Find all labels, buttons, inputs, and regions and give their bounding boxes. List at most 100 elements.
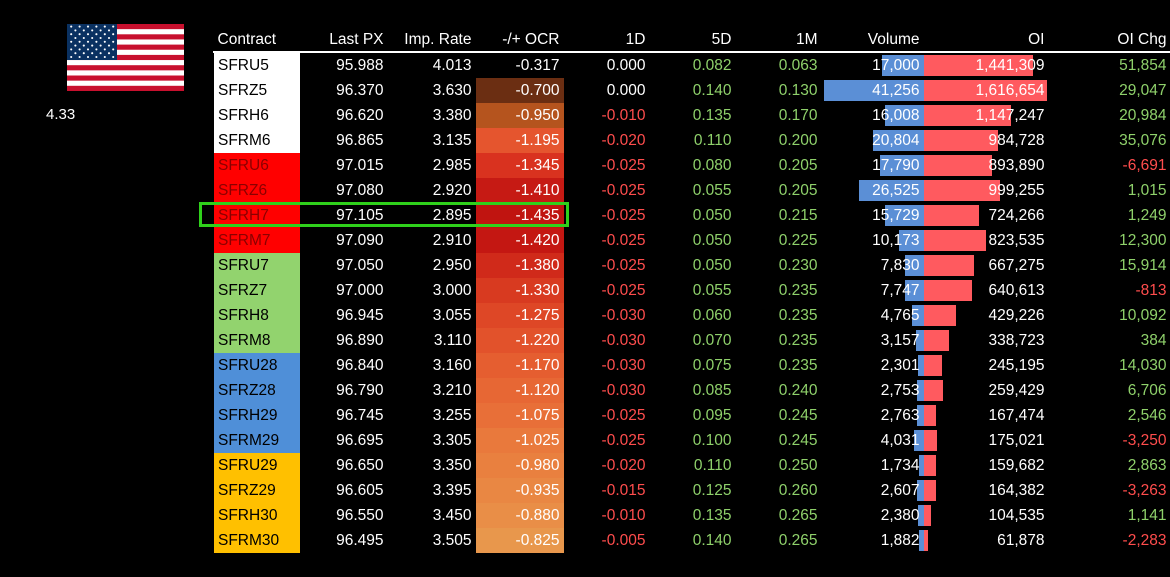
contract-cell: SFRM8 xyxy=(213,328,300,353)
change-1d-cell: -0.030 xyxy=(601,306,646,324)
col-header-last-px[interactable]: Last PX xyxy=(299,29,388,53)
col-header-5d[interactable]: 5D xyxy=(649,29,736,53)
volume-value: 2,607 xyxy=(880,482,920,499)
contract-cell: SFRH6 xyxy=(213,103,300,128)
ocr-spread-cell: -0.980 xyxy=(475,453,564,478)
oi-value: 245,195 xyxy=(988,357,1045,374)
ocr-spread-cell: -0.880 xyxy=(475,503,564,528)
oi-change-cell: 1,015 xyxy=(1127,181,1167,199)
oi-change-cell: 15,914 xyxy=(1119,256,1167,274)
flag-star xyxy=(95,25,98,28)
oi-value: 61,878 xyxy=(997,532,1045,549)
oi-cell: 724,266 xyxy=(923,203,1049,228)
change-1d-cell: -0.025 xyxy=(601,281,646,299)
change-5d-cell: 0.110 xyxy=(693,131,732,149)
imp-rate-cell: 3.210 xyxy=(432,381,472,399)
volume-value: 2,753 xyxy=(880,382,920,399)
table-row[interactable]: SFRH7 97.105 2.895 -1.435 -0.025 0.050 0.215 15… xyxy=(213,203,1170,228)
flag-star xyxy=(103,40,106,43)
col-header-1m[interactable]: 1M xyxy=(735,29,822,53)
volume-cell: 4,031 xyxy=(822,428,924,453)
table-row[interactable]: SFRU28 96.840 3.160 -1.170 -0.030 0.075 0.235 2… xyxy=(213,353,1170,378)
volume-value: 20,804 xyxy=(872,132,920,149)
flag-star xyxy=(107,29,111,32)
contract-cell: SFRZ7 xyxy=(213,278,300,303)
flag-star xyxy=(99,29,102,32)
oi-value: 167,474 xyxy=(988,407,1045,424)
oi-change-cell: -6,691 xyxy=(1122,156,1167,174)
imp-rate-cell: 3.505 xyxy=(432,531,472,549)
oi-value: 164,382 xyxy=(988,482,1045,499)
col-header-oi[interactable]: OI xyxy=(923,29,1049,53)
change-5d-cell: 0.082 xyxy=(692,56,732,74)
table-row[interactable]: SFRZ6 97.080 2.920 -1.410 -0.025 0.055 0.205 26… xyxy=(213,178,1170,203)
table-row[interactable]: SFRH6 96.620 3.380 -0.950 -0.010 0.135 0.170 16… xyxy=(213,103,1170,128)
imp-rate-cell: 3.305 xyxy=(432,431,472,449)
table-row[interactable]: SFRM29 96.695 3.305 -1.025 -0.025 0.100 0.245 4… xyxy=(213,428,1170,453)
flag-star xyxy=(78,33,81,36)
ocr-spread-cell: -1.380 xyxy=(475,253,564,278)
volume-cell: 7,747 xyxy=(822,278,924,303)
contract-cell: SFRU28 xyxy=(213,353,300,378)
volume-cell: 1,882 xyxy=(822,528,924,553)
contract-cell: SFRH8 xyxy=(213,303,300,328)
table-row[interactable]: SFRH30 96.550 3.450 -0.880 -0.010 0.135 0.265 2… xyxy=(213,503,1170,528)
ocr-spread-cell: -1.195 xyxy=(475,128,564,153)
volume-cell: 2,380 xyxy=(822,503,924,528)
table-row[interactable]: SFRZ7 97.000 3.000 -1.330 -0.025 0.055 0.235 7,… xyxy=(213,278,1170,303)
col-header-volume[interactable]: Volume xyxy=(821,29,924,53)
flag-star xyxy=(91,44,94,47)
imp-rate-cell: 3.450 xyxy=(432,506,472,524)
ocr-spread-cell: -1.435 xyxy=(475,203,564,228)
table-header-row: Contract Last PX Imp. Rate -/+ OCR 1D 5D… xyxy=(213,29,1170,53)
table-body: SFRU5 95.988 4.013 -0.317 0.000 0.082 0.063 17,… xyxy=(213,52,1170,553)
table-row[interactable]: SFRU7 97.050 2.950 -1.380 -0.025 0.050 0.230 7,… xyxy=(213,253,1170,278)
oi-value: 159,682 xyxy=(988,457,1045,474)
table-row[interactable]: SFRU6 97.015 2.985 -1.345 -0.025 0.080 0.205 17… xyxy=(213,153,1170,178)
col-header-imp-rate[interactable]: Imp. Rate xyxy=(387,29,476,53)
change-1m-cell: 0.235 xyxy=(778,331,818,349)
col-header-ocr[interactable]: -/+ OCR xyxy=(475,29,564,53)
volume-value: 17,000 xyxy=(872,57,920,74)
oi-change-cell: 2,863 xyxy=(1127,456,1167,474)
ocr-spread-cell: -1.170 xyxy=(475,353,564,378)
table-row[interactable]: SFRH29 96.745 3.255 -1.075 -0.025 0.095 0.245 2… xyxy=(213,403,1170,428)
contract-cell: SFRH7 xyxy=(213,203,300,228)
table-row[interactable]: SFRU5 95.988 4.013 -0.317 0.000 0.082 0.063 17,… xyxy=(213,52,1170,78)
table-row[interactable]: SFRZ29 96.605 3.395 -0.935 -0.015 0.125 0.260 2… xyxy=(213,478,1170,503)
col-header-contract[interactable]: Contract xyxy=(213,29,300,53)
last-px-cell: 97.000 xyxy=(336,281,384,299)
last-px-cell: 96.495 xyxy=(336,531,384,549)
table-row[interactable]: SFRM7 97.090 2.910 -1.420 -0.025 0.050 0.225 10… xyxy=(213,228,1170,253)
col-header-oi-chg[interactable]: OI Chg xyxy=(1048,29,1170,53)
oi-change-cell: 12,300 xyxy=(1119,231,1167,249)
imp-rate-cell: 2.985 xyxy=(432,156,472,174)
contract-cell: SFRM30 xyxy=(213,528,300,553)
last-px-cell: 96.550 xyxy=(336,506,384,524)
flag-star xyxy=(95,55,98,59)
change-1m-cell: 0.260 xyxy=(778,481,818,499)
last-px-cell: 96.605 xyxy=(336,481,384,499)
volume-value: 2,301 xyxy=(880,357,920,374)
ocr-spread-cell: -1.275 xyxy=(475,303,564,328)
table-row[interactable]: SFRZ5 96.370 3.630 -0.700 0.000 0.140 0.130 41,… xyxy=(213,78,1170,103)
table-row[interactable]: SFRH8 96.945 3.055 -1.275 -0.030 0.060 0.235 4,… xyxy=(213,303,1170,328)
col-header-1d[interactable]: 1D xyxy=(563,29,650,53)
contract-cell: SFRZ29 xyxy=(213,478,300,503)
imp-rate-cell: 2.950 xyxy=(432,256,472,274)
volume-value: 3,157 xyxy=(880,332,920,349)
table-row[interactable]: SFRM30 96.495 3.505 -0.825 -0.005 0.140 0.265 1… xyxy=(213,528,1170,553)
table-row[interactable]: SFRZ28 96.790 3.210 -1.120 -0.030 0.085 0.240 2… xyxy=(213,378,1170,403)
change-1m-cell: 0.240 xyxy=(778,381,818,399)
table-row[interactable]: SFRM8 96.890 3.110 -1.220 -0.030 0.070 0.235 3,… xyxy=(213,328,1170,353)
flag-star xyxy=(91,36,94,40)
change-1d-cell: -0.030 xyxy=(601,381,646,399)
oi-value: 1,147,247 xyxy=(975,107,1045,124)
table-row[interactable]: SFRM6 96.865 3.135 -1.195 -0.020 0.110 0.200 20… xyxy=(213,128,1170,153)
imp-rate-cell: 3.380 xyxy=(432,106,472,124)
change-1d-cell: 0.000 xyxy=(606,81,646,99)
volume-cell: 3,157 xyxy=(822,328,924,353)
table-row[interactable]: SFRU29 96.650 3.350 -0.980 -0.020 0.110 0.250 1… xyxy=(213,453,1170,478)
oi-change-cell: 1,249 xyxy=(1127,206,1167,224)
oi-value: 338,723 xyxy=(988,332,1045,349)
